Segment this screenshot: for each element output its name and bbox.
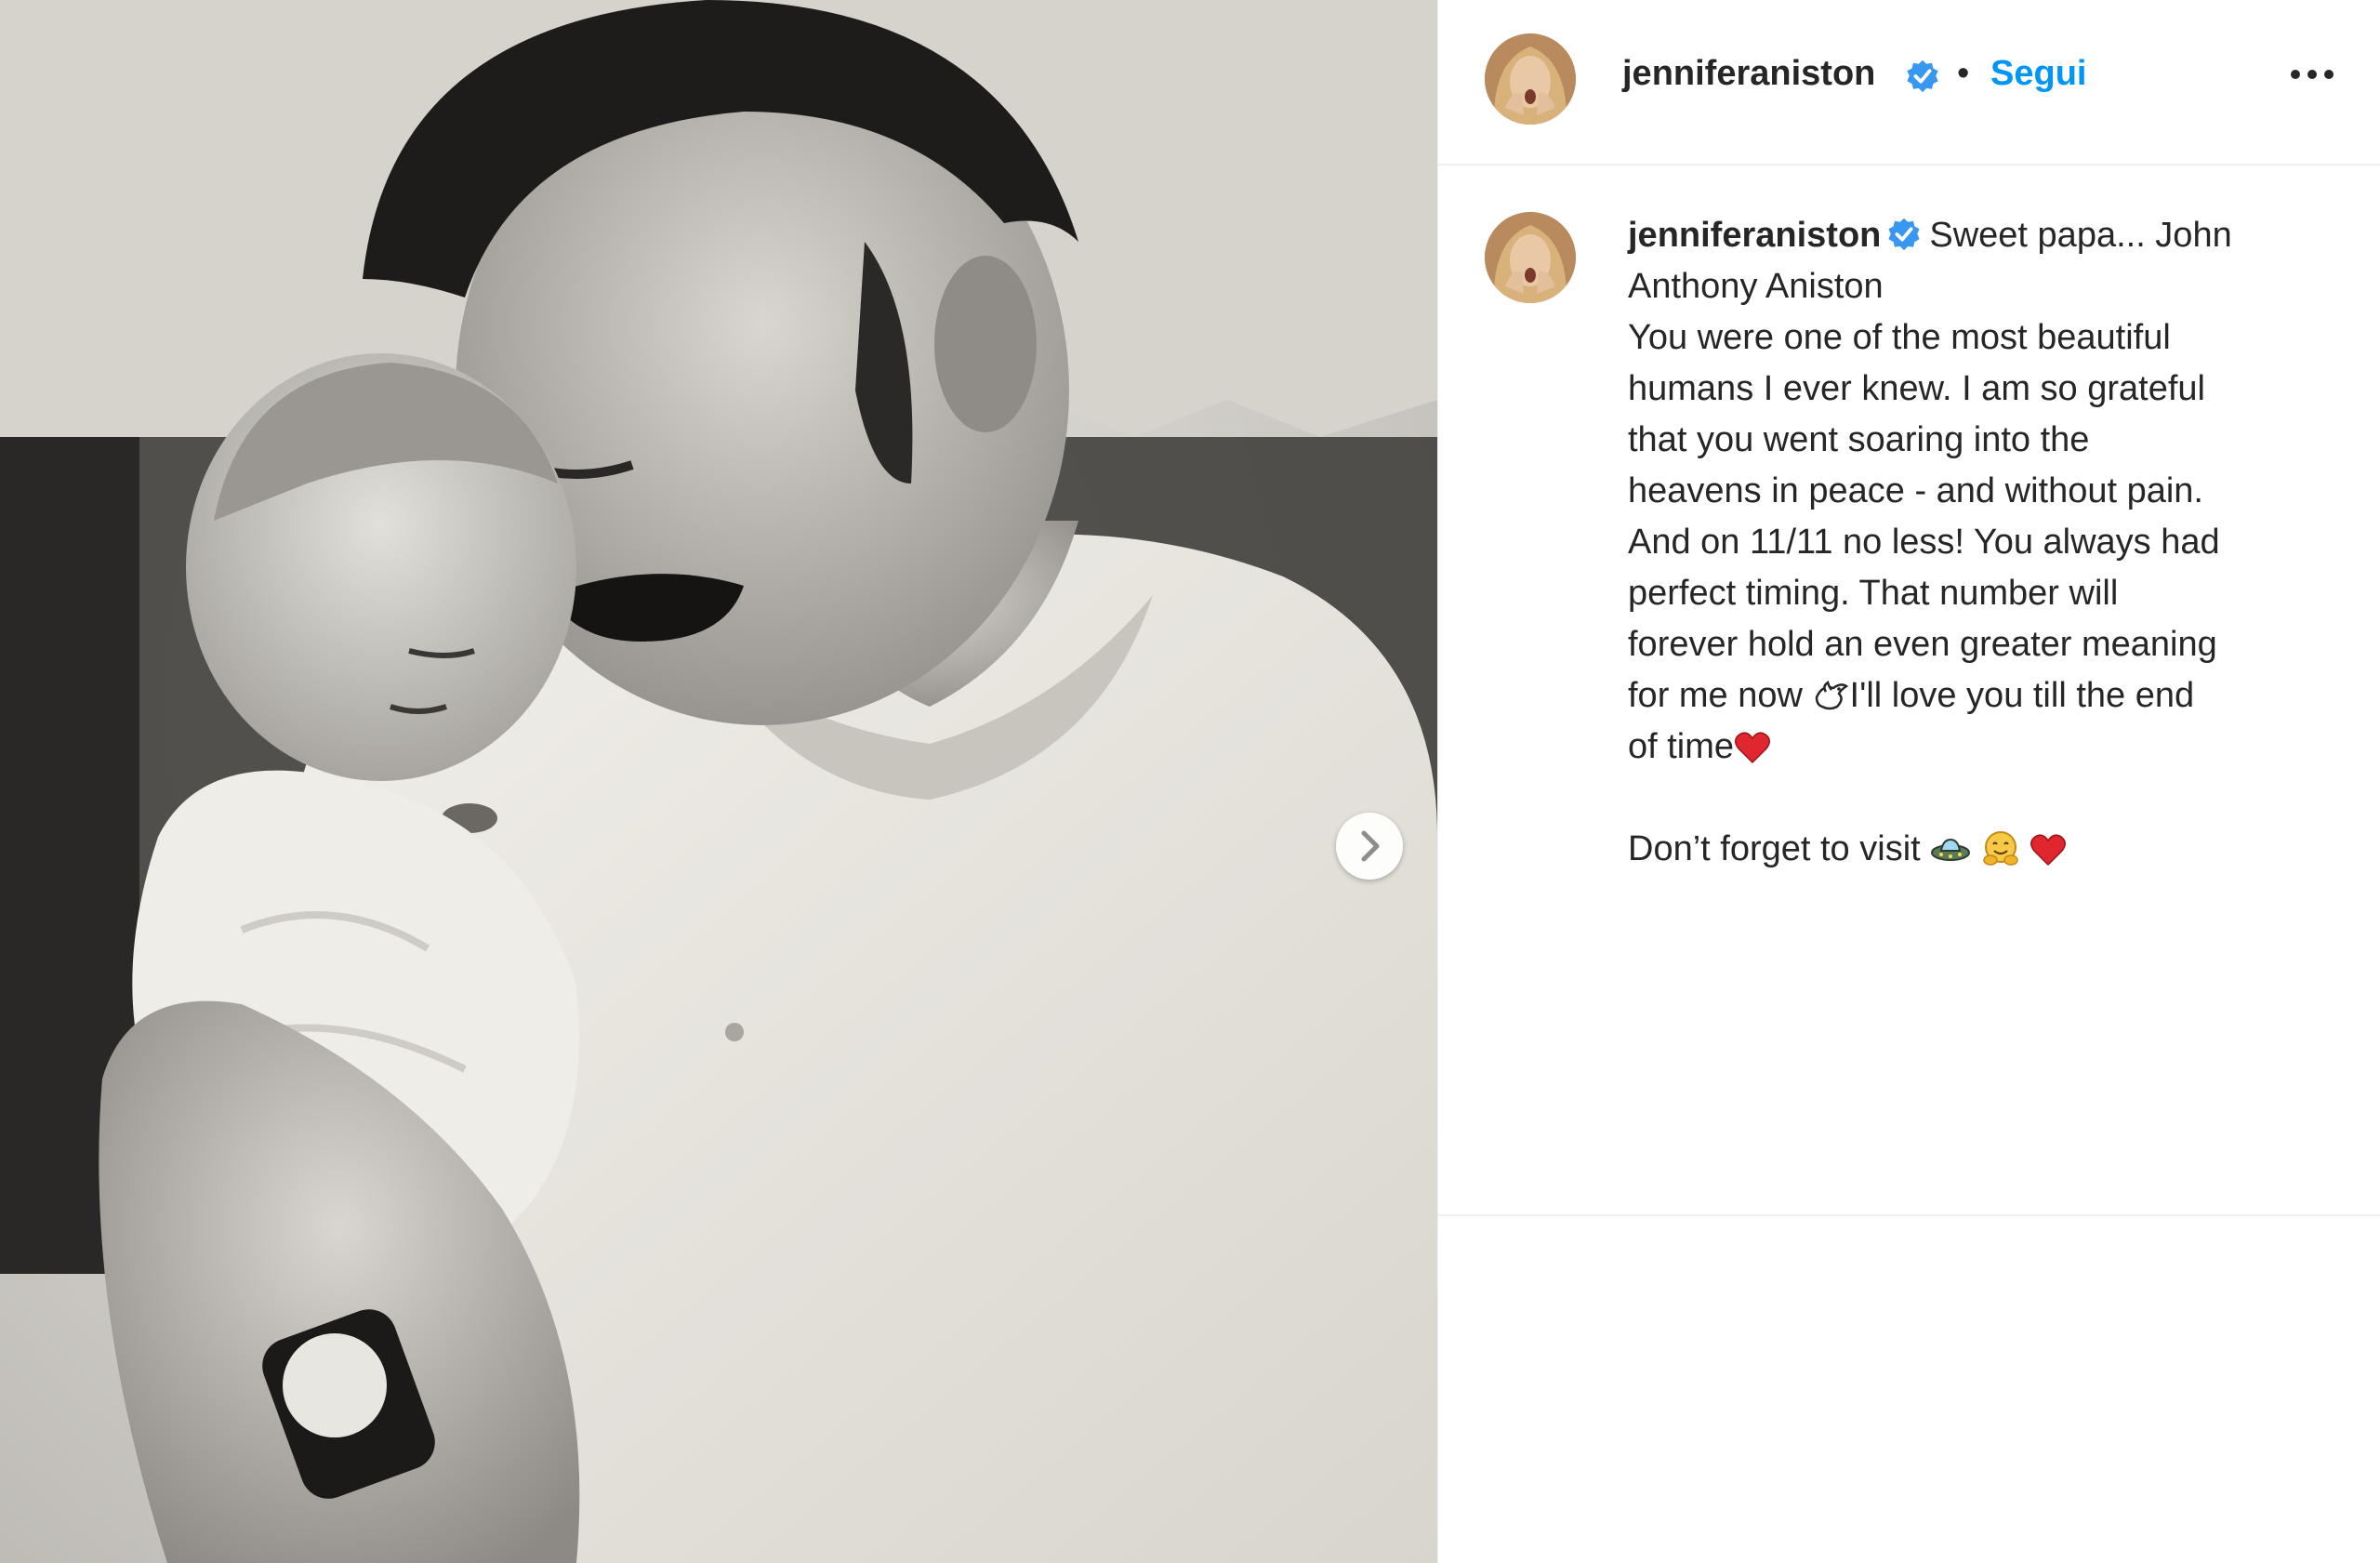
avatar-image [1485,33,1576,125]
verified-badge-icon [1888,218,1920,251]
caption-text: for me now [1628,676,1803,715]
red-heart-emoji [1735,732,1771,764]
caption-line-with-emoji: for me now I'll love you till the end [1628,670,2353,722]
next-photo-button[interactable] [1336,813,1403,880]
profile-avatar[interactable] [1485,33,1576,125]
caption-text: Don’t forget to visit [1628,829,1921,868]
post-side-panel: jenniferaniston • Segui jenniferaniston … [1437,0,2380,1563]
caption-text: I'll love you till the end [1849,676,2195,715]
more-horizontal-icon [2291,70,2334,79]
caption-text: heavens in peace - and without pain. [1628,471,2203,510]
red-heart-emoji [2030,834,2067,867]
follow-button[interactable]: Segui [1990,54,2086,94]
actions-divider [1438,1214,2380,1216]
header-username[interactable]: jenniferaniston [1622,54,1875,94]
post-header: jenniferaniston • Segui [1438,0,2380,166]
post-photo[interactable] [0,0,1437,1563]
instagram-post-view: jenniferaniston • Segui jenniferaniston … [0,0,2380,1563]
caption-text: that you went soaring into the [1628,420,2090,459]
flying-saucer-emoji [1931,838,1971,861]
dove-emoji [1815,681,1848,710]
caption-first-line: jenniferaniston Sweet papa... John [1628,210,2353,261]
verified-badge-icon [1907,60,1938,93]
caption-line-with-emoji: of time [1628,722,2353,773]
caption-text: You were one of the most beautiful [1628,318,2171,357]
black-and-white-photo-illustration [0,0,1437,1563]
separator-dot: • [1957,54,1970,93]
caption-text: And on 11/11 no less! You always had [1628,523,2220,562]
more-options-button[interactable] [2284,56,2340,93]
caption-avatar[interactable] [1485,212,1576,303]
caption-text: perfect timing. That number will [1628,574,2119,613]
caption-text: Anthony Aniston [1628,267,1884,306]
caption-line-with-emoji: Don’t forget to visit [1628,824,2353,875]
caption-text: of time [1628,727,1735,766]
avatar-image [1485,212,1576,303]
caption-text: forever hold an even greater meaning [1628,625,2217,664]
chevron-right-icon [1361,830,1380,862]
post-caption: jenniferaniston Sweet papa... John Antho… [1628,210,2353,875]
caption-text: humans I ever knew. I am so grateful [1628,369,2205,408]
caption-text: Sweet papa... John [1929,216,2232,255]
caption-username[interactable]: jenniferaniston [1628,216,1881,255]
hugging-face-emoji [1983,831,2018,866]
